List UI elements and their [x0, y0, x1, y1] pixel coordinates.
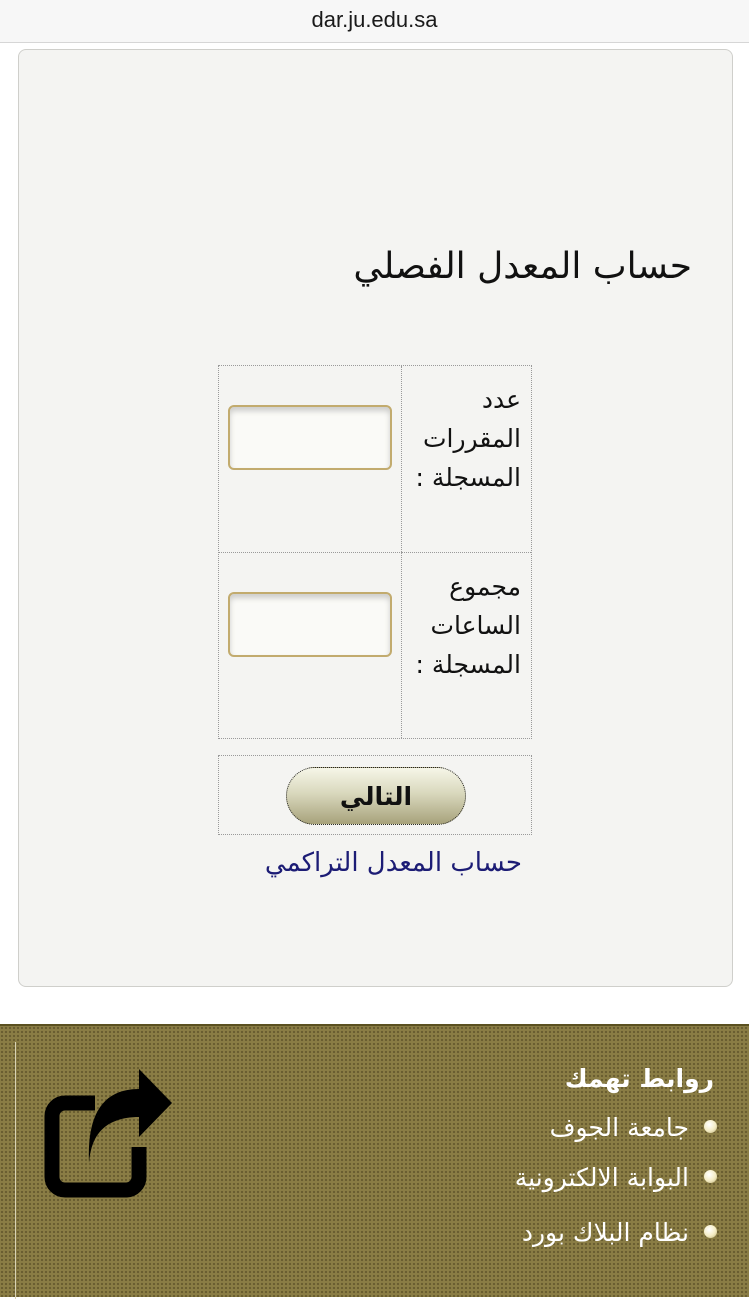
external-link-icon	[44, 1069, 172, 1198]
address-bar[interactable]: dar.ju.edu.sa	[0, 0, 749, 43]
footer-heading: روابط تهمك	[564, 1064, 714, 1093]
footer-link-blackboard[interactable]: نظام البلاك بورد	[515, 1215, 721, 1265]
button-cell: التالي	[218, 755, 532, 835]
footer-divider	[15, 1042, 16, 1299]
url-text: dar.ju.edu.sa	[311, 7, 438, 32]
footer-link-label: نظام البلاك بورد	[521, 1218, 689, 1247]
bullet-icon	[704, 1170, 717, 1183]
hours-input-cell	[219, 552, 402, 739]
bullet-icon	[704, 1120, 717, 1133]
next-button[interactable]: التالي	[286, 767, 466, 825]
cumulative-gpa-link[interactable]: حساب المعدل التراكمي	[265, 848, 522, 878]
courses-count-input[interactable]	[228, 405, 392, 470]
bullet-icon	[704, 1225, 717, 1238]
page-title: حساب المعدل الفصلي	[353, 246, 692, 287]
footer-links-list: جامعة الجوف البوابة الالكترونية نظام الب…	[515, 1110, 721, 1265]
hours-label: مجموع الساعات المسجلة :	[401, 552, 531, 738]
hours-total-input[interactable]	[228, 592, 392, 657]
courses-label: عدد المقررات المسجلة :	[401, 366, 531, 552]
footer-link-label: البوابة الالكترونية	[514, 1163, 689, 1192]
footer-link-label: جامعة الجوف	[549, 1113, 689, 1142]
content-panel: حساب المعدل الفصلي عدد المقررات المسجلة …	[18, 49, 733, 987]
form-table: عدد المقررات المسجلة : مجموع الساعات الم…	[218, 365, 532, 739]
footer-link-portal[interactable]: البوابة الالكترونية	[515, 1160, 721, 1210]
footer-link-university[interactable]: جامعة الجوف	[515, 1110, 721, 1160]
courses-input-cell	[219, 366, 402, 552]
